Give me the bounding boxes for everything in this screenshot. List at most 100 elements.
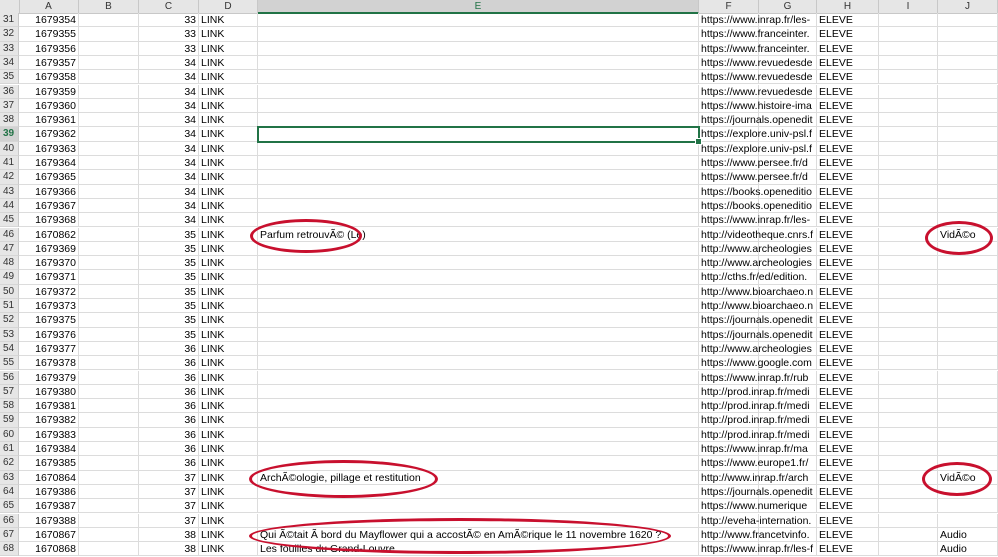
cell-a[interactable]: 1679368 <box>19 213 79 228</box>
cell-j[interactable] <box>938 284 998 299</box>
cell-j[interactable] <box>938 127 998 142</box>
cell-i[interactable] <box>879 513 938 528</box>
cell-b[interactable] <box>79 413 139 428</box>
cell-a[interactable]: 1679387 <box>19 499 79 514</box>
cell-j[interactable] <box>938 41 998 56</box>
cell-c[interactable]: 33 <box>139 13 199 28</box>
cell-e[interactable] <box>258 484 699 500</box>
cell-e[interactable] <box>258 399 699 414</box>
cell-a[interactable]: 1679358 <box>19 70 79 85</box>
cell-d[interactable]: LINK <box>199 299 258 314</box>
cell-i[interactable] <box>879 98 938 114</box>
cell-e[interactable] <box>258 141 699 156</box>
cell-h[interactable]: ELEVE <box>817 84 879 99</box>
cell-i[interactable] <box>879 113 938 128</box>
cell-i[interactable] <box>879 442 938 457</box>
cell-f[interactable]: https://www.numerique <box>699 499 807 514</box>
cell-f[interactable]: http://www.francetvinfo. <box>699 527 810 543</box>
cell-b[interactable] <box>79 370 139 385</box>
cell-d[interactable]: LINK <box>199 70 258 85</box>
row-header[interactable]: 47 <box>0 241 19 257</box>
cell-d[interactable]: LINK <box>199 499 258 514</box>
cell-c[interactable]: 36 <box>139 442 199 457</box>
cell-j[interactable] <box>938 313 998 328</box>
cell-j[interactable] <box>938 27 998 42</box>
cell-a[interactable]: 1679381 <box>19 399 79 414</box>
cell-c[interactable]: 36 <box>139 456 199 471</box>
cell-i[interactable] <box>879 241 938 257</box>
cell-d[interactable]: LINK <box>199 213 258 228</box>
cell-e[interactable] <box>258 41 699 56</box>
cell-a[interactable]: 1679382 <box>19 413 79 428</box>
row-header[interactable]: 63 <box>0 470 19 485</box>
cell-h[interactable]: ELEVE <box>817 527 879 543</box>
cell-e[interactable] <box>258 284 699 299</box>
row-header[interactable]: 42 <box>0 170 19 185</box>
cell-a[interactable]: 1679378 <box>19 356 79 371</box>
cell-d[interactable]: LINK <box>199 341 258 357</box>
column-header-j[interactable]: J <box>938 0 998 13</box>
cell-h[interactable]: ELEVE <box>817 70 879 85</box>
cell-b[interactable] <box>79 427 139 442</box>
cell-i[interactable] <box>879 327 938 342</box>
cell-a[interactable]: 1679379 <box>19 370 79 385</box>
cell-b[interactable] <box>79 213 139 228</box>
cell-h[interactable]: ELEVE <box>817 156 879 171</box>
cell-c[interactable]: 33 <box>139 27 199 42</box>
cell-a[interactable]: 1679360 <box>19 98 79 114</box>
cell-e[interactable] <box>258 98 699 114</box>
row-header[interactable]: 62 <box>0 456 19 471</box>
cell-h[interactable]: ELEVE <box>817 284 879 299</box>
cell-e[interactable]: Qui Ã©tait Ã bord du Mayflower qui a acc… <box>258 527 699 543</box>
cell-c[interactable]: 35 <box>139 327 199 342</box>
cell-i[interactable] <box>879 413 938 428</box>
cell-j[interactable] <box>938 98 998 114</box>
cell-f[interactable]: https://explore.univ-psl.f <box>699 127 812 142</box>
cell-i[interactable] <box>879 499 938 514</box>
cell-j[interactable]: VidÃ©o <box>938 227 998 242</box>
cell-f[interactable]: http://www.bioarchaeo.n <box>699 284 813 299</box>
cell-c[interactable]: 34 <box>139 184 199 199</box>
row-header[interactable]: 46 <box>0 227 19 242</box>
cell-c[interactable]: 36 <box>139 413 199 428</box>
row-header[interactable]: 41 <box>0 156 19 171</box>
cell-a[interactable]: 1679361 <box>19 113 79 128</box>
cell-h[interactable]: ELEVE <box>817 184 879 199</box>
cell-e[interactable] <box>258 84 699 99</box>
cell-i[interactable] <box>879 356 938 371</box>
cell-c[interactable]: 35 <box>139 284 199 299</box>
cell-i[interactable] <box>879 55 938 71</box>
cell-b[interactable] <box>79 313 139 328</box>
cell-i[interactable] <box>879 270 938 285</box>
cell-c[interactable]: 34 <box>139 127 199 142</box>
row-header[interactable]: 39 <box>0 127 19 142</box>
column-header-g[interactable]: G <box>759 0 817 13</box>
cell-e[interactable] <box>258 313 699 328</box>
cell-j[interactable] <box>938 399 998 414</box>
cell-j[interactable] <box>938 484 998 500</box>
row-header[interactable]: 60 <box>0 427 19 442</box>
cell-b[interactable] <box>79 399 139 414</box>
cell-h[interactable]: ELEVE <box>817 256 879 271</box>
cell-b[interactable] <box>79 170 139 185</box>
cell-a[interactable]: 1679372 <box>19 284 79 299</box>
cell-j[interactable] <box>938 13 998 28</box>
cell-h[interactable]: ELEVE <box>817 141 879 156</box>
cell-j[interactable] <box>938 427 998 442</box>
cell-f[interactable]: https://journals.openedit <box>699 313 813 328</box>
row-header[interactable]: 44 <box>0 198 19 214</box>
cell-h[interactable]: ELEVE <box>817 299 879 314</box>
cell-j[interactable]: VidÃ©o <box>938 470 998 485</box>
row-header[interactable]: 59 <box>0 413 19 428</box>
cell-e[interactable] <box>258 499 699 514</box>
cell-c[interactable]: 36 <box>139 356 199 371</box>
cell-c[interactable]: 34 <box>139 55 199 71</box>
cell-e[interactable] <box>258 241 699 257</box>
cell-j[interactable] <box>938 256 998 271</box>
cell-e[interactable] <box>258 413 699 428</box>
row-header[interactable]: 64 <box>0 484 19 500</box>
cell-d[interactable]: LINK <box>199 256 258 271</box>
cell-j[interactable] <box>938 384 998 400</box>
cell-f[interactable]: https://www.inrap.fr/les- <box>699 213 810 228</box>
cell-f[interactable]: http://videotheque.cnrs.f <box>699 227 813 242</box>
